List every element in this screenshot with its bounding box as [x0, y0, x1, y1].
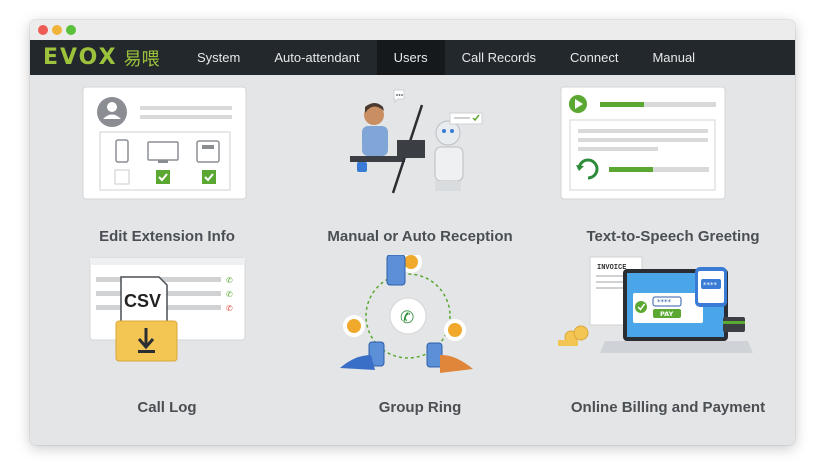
app-window: EVOX 易喂 System Auto-attendant Users Call… [30, 20, 795, 445]
card-label: Online Billing and Payment [570, 399, 766, 416]
nav-system[interactable]: System [180, 40, 257, 75]
minimize-window-button[interactable] [52, 25, 62, 35]
invoice-label: INVOICE [597, 264, 626, 272]
card-manual-auto-reception[interactable]: Manual or Auto Reception [305, 85, 535, 245]
pin-field-text: **** [657, 298, 672, 306]
svg-text:✆: ✆ [226, 276, 233, 285]
main-content: Edit Extension Info Manual or Auto Recep… [30, 75, 795, 445]
card-text-to-speech-greeting[interactable]: Text-to-Speech Greeting [558, 85, 788, 245]
reception-illustration [350, 89, 483, 194]
logo-brand: EVOX [43, 45, 118, 70]
tts-greeting-illustration [560, 86, 726, 200]
svg-text:✆: ✆ [226, 304, 233, 313]
group-ring-illustration: ✆ [340, 255, 473, 373]
card-group-ring[interactable]: ✆ Group Ring [305, 255, 535, 416]
nav-manual[interactable]: Manual [635, 40, 712, 75]
card-label: Manual or Auto Reception [327, 228, 513, 245]
card-label: Call Log [137, 399, 197, 416]
billing-payment-illustration: INVOICE **** PAY **** [558, 256, 753, 353]
nav-call-records[interactable]: Call Records [445, 40, 553, 75]
card-online-billing-payment[interactable]: INVOICE **** PAY **** Online Billing and… [553, 255, 783, 416]
close-window-button[interactable] [38, 25, 48, 35]
nav-users[interactable]: Users [376, 40, 445, 75]
card-edit-extension-info[interactable]: Edit Extension Info [52, 85, 282, 245]
title-bar [30, 20, 795, 40]
evox-logo[interactable]: EVOX 易喂 [30, 40, 180, 75]
nav-connect[interactable]: Connect [553, 40, 635, 75]
logo-brand-cn: 易喂 [123, 48, 160, 70]
card-call-log[interactable]: ✆ ✆ ✆ CSV Call Log [52, 255, 282, 416]
extension-info-illustration [82, 86, 247, 200]
svg-text:✆: ✆ [400, 308, 414, 328]
top-navigation: EVOX 易喂 System Auto-attendant Users Call… [30, 40, 795, 75]
call-log-illustration: ✆ ✆ ✆ CSV [89, 257, 246, 362]
card-label: Text-to-Speech Greeting [586, 228, 760, 245]
csv-label: CSV [124, 291, 161, 311]
card-label: Group Ring [378, 399, 462, 416]
nav-auto-attendant[interactable]: Auto-attendant [257, 40, 376, 75]
pay-button-text: PAY [660, 310, 674, 318]
maximize-window-button[interactable] [66, 25, 76, 35]
svg-text:****: **** [703, 281, 718, 289]
svg-text:✆: ✆ [226, 290, 233, 299]
card-label: Edit Extension Info [99, 228, 235, 245]
